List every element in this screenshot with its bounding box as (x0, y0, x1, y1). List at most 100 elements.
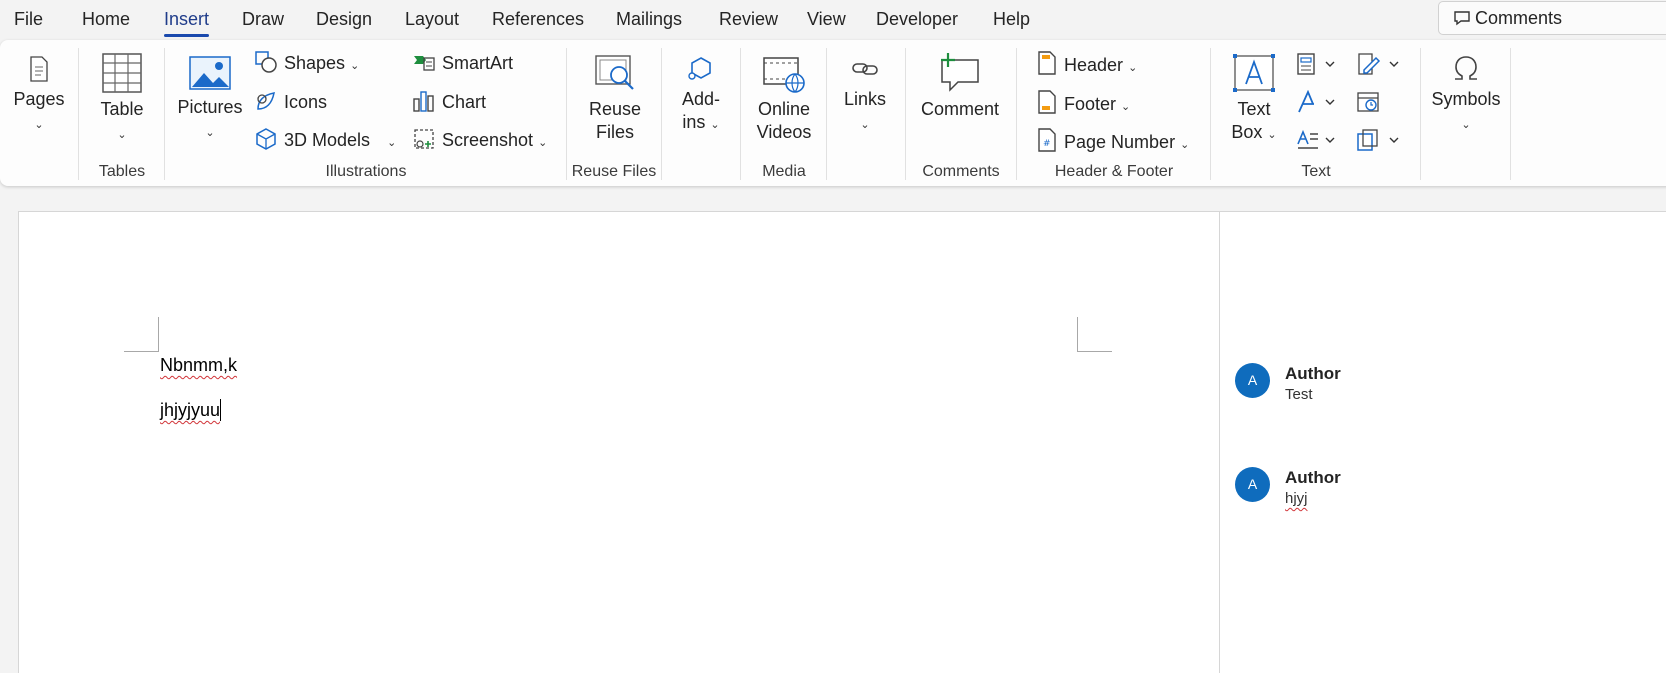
header-label: Header (1064, 55, 1124, 75)
group-separator (905, 48, 906, 180)
margin-crop-mark-right (1077, 317, 1112, 352)
pictures-button[interactable]: Pictures ⌄ (176, 54, 244, 145)
text-box-icon (1233, 54, 1275, 92)
shapes-button[interactable]: Shapes ⌄ (254, 50, 359, 76)
svg-text:#: # (1043, 139, 1051, 149)
paragraph-1[interactable]: Nbnmm,k (160, 355, 237, 376)
calendar-icon (1357, 92, 1379, 112)
online-videos-line2: Videos (756, 122, 812, 142)
new-comment-icon (941, 53, 979, 92)
menu-help[interactable]: Help (993, 9, 1030, 30)
pages-icon (30, 56, 48, 82)
date-time-button[interactable] (1356, 90, 1402, 119)
document-page[interactable]: Nbnmm,k jhjyjyuu (18, 211, 1220, 673)
text-box-button[interactable]: Text Box ⌄ (1226, 52, 1282, 147)
menu-layout[interactable]: Layout (405, 9, 459, 30)
comment-card[interactable]: A Author hjyj (1235, 467, 1655, 517)
table-button[interactable]: Table ⌄ (96, 52, 148, 147)
group-label-text: Text (1301, 163, 1331, 180)
menu-review[interactable]: Review (719, 9, 778, 30)
symbols-button[interactable]: Symbols ⌄ (1430, 54, 1502, 137)
menu-references[interactable]: References (492, 9, 584, 30)
3d-models-label: 3D Models (284, 130, 371, 150)
chevron-down-icon: ⌄ (1267, 129, 1277, 141)
wordart-icon (1298, 89, 1335, 113)
table-label: Table (100, 99, 144, 119)
links-button[interactable]: Links ⌄ (840, 54, 890, 137)
comment-card[interactable]: A Author Test (1235, 363, 1655, 413)
add-ins-button[interactable]: Add-ins ⌄ (676, 54, 726, 137)
pictures-label: Pictures (177, 97, 243, 117)
chevron-down-icon: ⌄ (538, 137, 548, 149)
pages-label: Pages (13, 89, 65, 109)
menu-developer[interactable]: Developer (876, 9, 958, 30)
menu-insert[interactable]: Insert (164, 9, 210, 37)
menu-view[interactable]: View (807, 9, 846, 30)
reuse-files-line1: Reuse (588, 99, 642, 119)
chevron-down-icon: ⌄ (1121, 101, 1131, 113)
object-button[interactable] (1356, 128, 1402, 157)
menu-design[interactable]: Design (316, 9, 372, 30)
3d-models-button[interactable]: 3D Models ⌄ (254, 127, 396, 153)
group-separator (1510, 48, 1511, 180)
avatar: A (1235, 467, 1270, 502)
shapes-icon (255, 51, 277, 73)
comments-pane: A Author Test A Author hjyj (1219, 211, 1666, 673)
new-comment-button[interactable]: Comment (918, 52, 1002, 121)
chevron-down-icon: ⌄ (710, 119, 720, 131)
screenshot-icon (414, 129, 434, 149)
page-number-icon: # (1038, 128, 1056, 152)
quick-parts-button[interactable] (1296, 52, 1340, 81)
avatar: A (1235, 363, 1270, 398)
group-label-comments: Comments (922, 163, 1000, 180)
add-ins-line1: Add- (681, 89, 721, 109)
group-separator (78, 48, 79, 180)
menu-home[interactable]: Home (82, 9, 130, 30)
chevron-down-icon: ⌄ (34, 119, 44, 131)
menu-mailings[interactable]: Mailings (616, 9, 682, 30)
online-videos-button[interactable]: Online Videos (752, 54, 816, 144)
group-separator (740, 48, 741, 180)
group-separator (1420, 48, 1421, 180)
footer-button[interactable]: Footer ⌄ (1036, 89, 1130, 115)
add-ins-line2: ins (682, 112, 706, 132)
group-label-media: Media (762, 163, 806, 180)
signature-line-button[interactable] (1356, 52, 1402, 81)
icons-icon (257, 92, 275, 110)
links-label: Links (843, 89, 887, 109)
reuse-files-button[interactable]: Reuse Files (584, 54, 646, 144)
paragraph-1-text: Nbnmm,k (160, 355, 238, 375)
comment-label: Comment (920, 99, 1000, 119)
text-cursor (220, 399, 222, 421)
comments-button[interactable]: Comments (1438, 1, 1666, 35)
omega-icon (1455, 56, 1477, 80)
wordart-button[interactable] (1296, 89, 1340, 119)
menu-draw[interactable]: Draw (242, 9, 284, 30)
group-label-header-footer: Header & Footer (1054, 163, 1174, 180)
group-label-reuse-files: Reuse Files (571, 163, 657, 180)
chart-button[interactable]: Chart (412, 89, 486, 115)
menu-file[interactable]: File (14, 9, 43, 30)
chevron-down-icon: ⌄ (1180, 139, 1190, 151)
screenshot-button[interactable]: Screenshot ⌄ (412, 127, 547, 153)
icons-button[interactable]: Icons (254, 89, 327, 115)
text-box-line2: Box (1231, 122, 1263, 142)
chevron-down-icon: ⌄ (205, 127, 215, 139)
header-button[interactable]: Header ⌄ (1036, 50, 1137, 76)
pages-button[interactable]: Pages ⌄ (12, 54, 66, 137)
comment-author: Author (1285, 468, 1341, 487)
drop-cap-button[interactable] (1296, 128, 1340, 157)
smartart-button[interactable]: SmartArt (412, 50, 513, 76)
paragraph-2[interactable]: jhjyjyuu (160, 399, 222, 421)
comments-button-label: Comments (1475, 8, 1563, 28)
icons-label: Icons (284, 92, 328, 112)
group-separator (164, 48, 165, 180)
chevron-down-icon: ⌄ (387, 137, 397, 149)
page-number-button[interactable]: # Page Number ⌄ (1036, 127, 1189, 153)
margin-crop-mark-left (124, 317, 159, 352)
comment-author: Author (1285, 364, 1341, 383)
page-number-label: Page Number (1064, 132, 1176, 152)
chevron-down-icon: ⌄ (350, 60, 360, 72)
group-label-illustrations: Illustrations (325, 163, 407, 180)
signature-line-icon (1358, 53, 1399, 75)
